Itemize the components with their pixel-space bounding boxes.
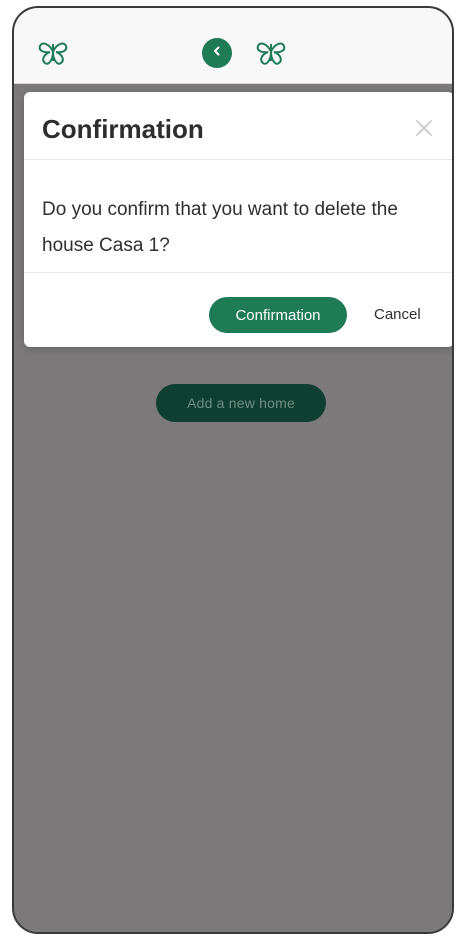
butterfly-logo-left-icon	[36, 36, 70, 68]
dialog-divider	[24, 272, 452, 273]
dialog-message: Do you confirm that you want to delete t…	[42, 199, 398, 256]
confirmation-button[interactable]: Confirmation	[209, 297, 347, 333]
dialog-header: Confirmation	[24, 92, 452, 160]
butterfly-logo-center-icon	[254, 36, 288, 68]
confirmation-dialog: Confirmation Do you confirm that you wan…	[24, 92, 452, 347]
cancel-button[interactable]: Cancel	[374, 306, 421, 323]
phone-frame: Add a new home Confirmation Do you confi…	[12, 6, 454, 934]
close-button[interactable]	[412, 116, 436, 140]
dialog-title: Confirmation	[42, 114, 204, 144]
back-button[interactable]	[202, 38, 232, 68]
close-icon	[412, 120, 436, 144]
back-arrow-icon	[211, 44, 223, 62]
top-bar	[14, 8, 452, 84]
add-new-home-button[interactable]: Add a new home	[156, 384, 326, 422]
